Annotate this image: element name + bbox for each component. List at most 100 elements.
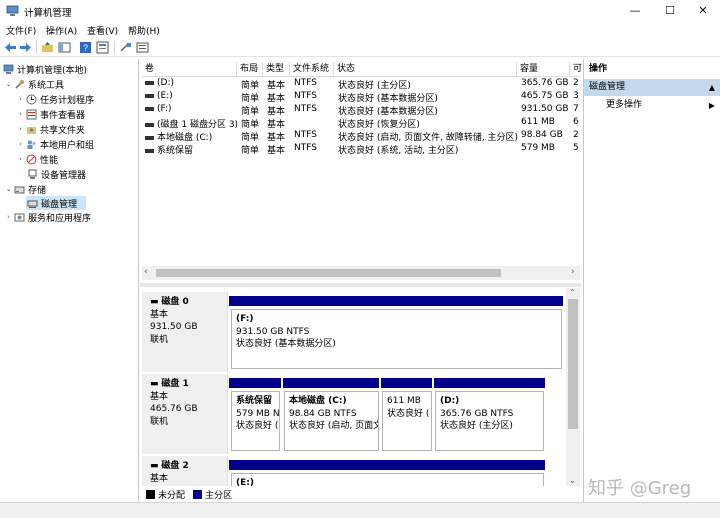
disk-row: ▬ 磁盘 0 基本 931.50 GB 联机 (F:) 931.50 GB NT… — [142, 292, 566, 372]
disk-label[interactable]: ▬ 磁盘 2 基本 — [142, 456, 228, 486]
column-header-free[interactable]: 可 — [570, 62, 582, 77]
tree-item-services-apps[interactable]: › 服务和应用程序 — [4, 210, 91, 224]
scroll-right-icon[interactable]: › — [571, 267, 575, 277]
help-icon[interactable]: ? — [79, 41, 92, 54]
partition-e[interactable]: (E:) — [231, 473, 544, 486]
collapse-icon[interactable]: ▲ — [709, 79, 715, 96]
partition-d[interactable]: (D:) 365.76 GB NTFS 状态良好 (主分区) — [435, 391, 544, 451]
partition-header-bar — [434, 378, 545, 388]
table-row[interactable]: 系统保留 简单 基本 NTFS 状态良好 (系统, 活动, 主分区) 579 M… — [142, 143, 580, 156]
menu-action[interactable]: 操作(A) — [46, 24, 77, 37]
partition-system-reserved[interactable]: 系统保留 579 MB N 状态良好 ( — [231, 391, 280, 451]
tree-item-label: 共享文件夹 — [40, 125, 86, 136]
tree-item-performance[interactable]: › 性能 — [16, 152, 58, 166]
tree-item-device-manager[interactable]: 设备管理器 — [26, 167, 86, 181]
disk-icon: ▬ — [150, 379, 162, 389]
close-button[interactable]: ✕ — [686, 0, 720, 22]
actions-section-disk-management[interactable]: 磁盘管理 ▲ — [584, 79, 720, 96]
horizontal-scroll-thumb[interactable] — [156, 269, 501, 277]
menu-help[interactable]: 帮助(H) — [128, 24, 160, 37]
table-row[interactable]: (D:) 简单 基本 NTFS 状态良好 (主分区) 365.76 GB 2 — [142, 78, 580, 91]
partition-header-bar — [229, 460, 545, 470]
column-header-volume[interactable]: 卷 — [142, 62, 237, 77]
tree-item-label: 存储 — [28, 185, 47, 196]
partition-f[interactable]: (F:) 931.50 GB NTFS 状态良好 (基本数据分区) — [231, 309, 562, 369]
maximize-button[interactable]: ☐ — [653, 0, 687, 22]
tree-item-disk-management[interactable]: 磁盘管理 — [26, 196, 86, 210]
menu-view[interactable]: 查看(V) — [87, 24, 118, 37]
show-hide-tree-icon[interactable] — [58, 41, 71, 54]
chevron-right-icon[interactable]: › — [16, 125, 25, 133]
disk-icon: ▬ — [150, 461, 162, 471]
column-header-capacity[interactable]: 容量 — [517, 62, 570, 77]
table-row[interactable]: (F:) 简单 基本 NTFS 状态良好 (基本数据分区) 931.50 GB … — [142, 104, 580, 117]
tree-item-label: 服务和应用程序 — [28, 213, 92, 224]
chevron-right-icon[interactable]: › — [16, 155, 25, 163]
menu-file[interactable]: 文件(F) — [6, 24, 36, 37]
chevron-right-icon[interactable]: › — [4, 213, 13, 221]
scroll-down-icon[interactable]: ⌄ — [569, 476, 576, 485]
up-folder-icon[interactable] — [41, 41, 54, 54]
back-arrow-icon[interactable] — [4, 41, 17, 54]
disk-name: 磁盘 2 — [161, 461, 189, 471]
column-header-status[interactable]: 状态 — [334, 62, 517, 77]
column-header-filesystem[interactable]: 文件系统 — [290, 62, 334, 77]
forward-arrow-icon[interactable] — [19, 41, 32, 54]
table-row[interactable]: (E:) 简单 基本 NTFS 状态良好 (基本数据分区) 465.75 GB … — [142, 91, 580, 104]
tree-item-label: 磁盘管理 — [41, 199, 78, 210]
watermark: 知乎 @Greg — [588, 478, 692, 499]
tree-item-local-users[interactable]: › 本地用户和组 — [16, 137, 94, 151]
disk-label[interactable]: ▬ 磁盘 0 基本 931.50 GB 联机 — [142, 292, 228, 372]
tree-item-root[interactable]: 计算机管理(本地) — [2, 62, 87, 76]
unallocated-swatch — [146, 489, 155, 499]
chevron-down-icon[interactable]: ⌄ — [4, 80, 13, 88]
actions-section-label: 磁盘管理 — [589, 82, 626, 92]
scroll-left-icon[interactable]: ‹ — [144, 267, 148, 277]
disk-map: ▬ 磁盘 0 基本 931.50 GB 联机 (F:) 931.50 GB NT… — [142, 288, 566, 486]
tree-item-label: 任务计划程序 — [40, 95, 95, 106]
volume-icon — [145, 148, 154, 153]
chevron-right-icon[interactable]: › — [16, 95, 25, 103]
column-header-type[interactable]: 类型 — [263, 62, 290, 77]
vertical-scroll-thumb[interactable] — [568, 299, 578, 429]
computer-management-icon — [3, 64, 14, 74]
chevron-down-icon[interactable]: ⌄ — [4, 185, 13, 193]
disk-management-icon — [27, 200, 38, 208]
connect-icon[interactable] — [119, 41, 132, 54]
legend: 未分配 主分区 — [142, 487, 582, 501]
table-row[interactable]: 本地磁盘 (C:) 简单 基本 NTFS 状态良好 (启动, 页面文件, 故障转… — [142, 130, 580, 143]
disk-row: ▬ 磁盘 1 基本 465.76 GB 联机 系统保留 579 MB N 状态良… — [142, 374, 566, 454]
volume-icon — [145, 106, 154, 111]
partition-c[interactable]: 本地磁盘 (C:) 98.84 GB NTFS 状态良好 (启动, 页面文 — [284, 391, 379, 451]
performance-icon — [26, 154, 37, 164]
tree-item-system-tools[interactable]: ⌄ 系统工具 — [4, 77, 64, 91]
tree-item-label: 事件查看器 — [40, 110, 86, 121]
tree-item-event-viewer[interactable]: › 事件查看器 — [16, 107, 85, 121]
shared-folder-icon — [27, 126, 36, 134]
disk-label[interactable]: ▬ 磁盘 1 基本 465.76 GB 联机 — [142, 374, 228, 454]
chevron-right-icon[interactable]: › — [16, 110, 25, 118]
more-actions-label: 更多操作 — [606, 100, 643, 110]
window-title: 计算机管理 — [24, 8, 72, 19]
column-header-layout[interactable]: 布局 — [237, 62, 263, 77]
tree-item-label: 计算机管理(本地) — [17, 65, 88, 76]
chevron-right-icon[interactable]: › — [16, 140, 25, 148]
navigation-tree: 计算机管理(本地) ⌄ 系统工具 › 任务计划程序 › 事件查看器 › 共享文件… — [0, 59, 139, 502]
more-actions-item[interactable]: 更多操作 ▶ — [584, 97, 720, 114]
properties-icon[interactable] — [96, 41, 109, 54]
table-row[interactable]: (磁盘 1 磁盘分区 3) 简单 基本 状态良好 (恢复分区) 611 MB 6 — [142, 117, 580, 130]
partition-recovery[interactable]: 611 MB 状态良好 ( — [382, 391, 432, 451]
view-icon[interactable] — [136, 41, 149, 54]
primary-swatch — [193, 489, 203, 499]
volume-icon — [145, 80, 154, 85]
scroll-up-icon[interactable]: ⌃ — [569, 288, 576, 297]
tree-item-storage[interactable]: ⌄ 存储 — [4, 182, 46, 196]
disk-type: 基本 — [150, 309, 169, 320]
tree-item-shared-folders[interactable]: › 共享文件夹 — [16, 122, 85, 136]
disk-size: 931.50 GB — [150, 322, 198, 332]
title-bar: 计算机管理 — ☐ ✕ — [0, 0, 720, 22]
minimize-button[interactable]: — — [618, 0, 652, 22]
pane-splitter[interactable] — [140, 283, 581, 287]
partition-header-bar — [229, 378, 281, 388]
tree-item-task-scheduler[interactable]: › 任务计划程序 — [16, 92, 94, 106]
